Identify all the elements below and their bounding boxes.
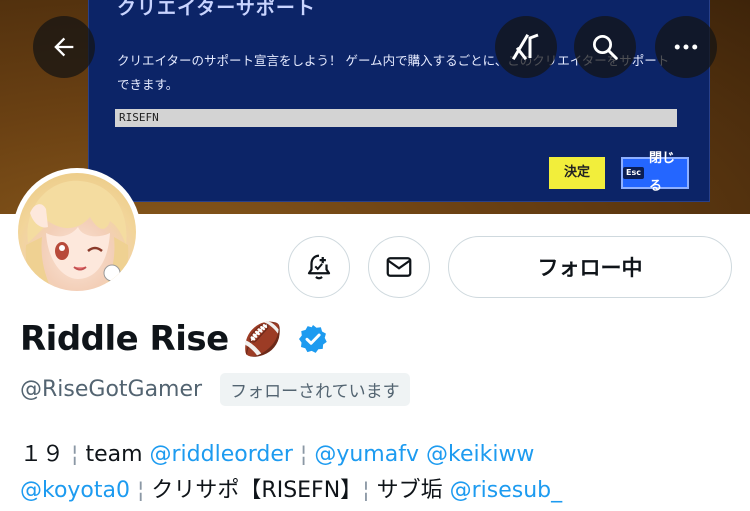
more-button[interactable] — [655, 16, 717, 78]
bio-team-text: team — [85, 442, 143, 467]
arrow-left-icon — [54, 37, 74, 57]
bio-line-2: @koyota0 ¦ クリサポ【RISEFN】¦ サブ垢 @risesub_ — [20, 473, 740, 509]
bio-separator: ¦ — [299, 442, 308, 467]
following-button[interactable]: フォロー中 — [448, 236, 732, 298]
banner-creator-code-field: RISEFN — [115, 109, 677, 127]
profile-avatar[interactable] — [13, 168, 141, 296]
more-icon — [674, 44, 698, 50]
bio-age: １９ — [20, 442, 65, 467]
banner-close-label: 閉じる — [648, 151, 675, 194]
banner-confirm-button: 決定 — [549, 157, 605, 189]
profile-name-row: Riddle Rise 🏈 — [20, 315, 329, 363]
follows-you-badge: フォローされています — [220, 372, 410, 406]
user-handle: @RiseGotGamer — [20, 376, 203, 402]
avatar-illustration — [25, 180, 129, 291]
bio-creator-code-text: クリサポ【RISEFN】 — [151, 478, 363, 503]
search-icon — [593, 35, 618, 60]
verified-badge-icon — [298, 325, 327, 353]
bio-separator: ¦ — [137, 478, 145, 503]
message-button[interactable] — [368, 236, 430, 298]
banner-close-button: Esc 閉じる — [621, 151, 689, 194]
avatar-image — [18, 173, 136, 291]
search-button[interactable] — [574, 16, 636, 78]
bio-mention-riddleorder[interactable]: @riddleorder — [150, 442, 293, 467]
grok-icon — [511, 33, 539, 61]
envelope-icon — [386, 257, 412, 277]
profile-handle-row: @RiseGotGamer フォローされています — [20, 372, 410, 406]
bio-mention-yumafv[interactable]: @yumafv — [314, 442, 419, 467]
bio-mention-keikiww[interactable]: @keikiww — [426, 442, 534, 467]
bio-separator: ¦ — [362, 478, 370, 503]
bio-sub-account-text: サブ垢 — [376, 478, 443, 503]
banner-esc-key: Esc — [623, 167, 644, 179]
notifications-button[interactable] — [288, 236, 350, 298]
bell-plus-icon — [307, 254, 331, 280]
grok-button[interactable] — [495, 16, 557, 78]
football-emoji: 🏈 — [242, 320, 283, 358]
profile-bio: １９ ¦ team @riddleorder ¦ @yumafv @keikiw… — [20, 437, 740, 509]
bio-mention-risesub[interactable]: @risesub_ — [450, 478, 563, 503]
display-name: Riddle Rise — [20, 319, 229, 359]
back-button[interactable] — [33, 16, 95, 78]
banner-game-title: クリエイターサポート — [117, 0, 316, 19]
bio-separator: ¦ — [71, 442, 79, 467]
bio-mention-koyota0[interactable]: @koyota0 — [20, 478, 130, 503]
bio-line-1: １９ ¦ team @riddleorder ¦ @yumafv @keikiw… — [20, 437, 740, 473]
